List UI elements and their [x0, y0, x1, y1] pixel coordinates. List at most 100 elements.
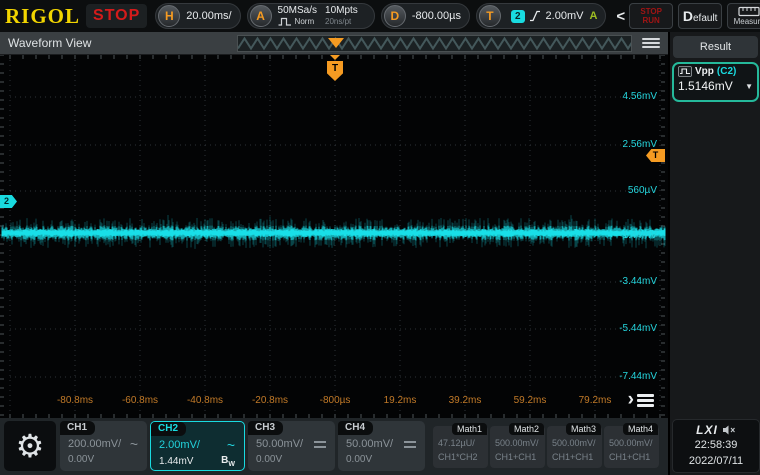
gear-icon: ⚙	[16, 427, 45, 465]
sample-resolution: 20ns/pt	[325, 16, 358, 27]
toolbar-scroll-left[interactable]: <	[612, 8, 629, 25]
acquire-mode-icon	[278, 17, 292, 26]
delay-key-icon[interactable]: D	[384, 5, 406, 27]
measurement-name: Vpp	[695, 66, 714, 77]
settings-button[interactable]: ⚙	[4, 421, 56, 471]
t-axis-label: -20.8ms	[240, 395, 300, 407]
ch2-bandwidth-badge: BW	[221, 455, 235, 468]
t-axis-label: 19.2ms	[370, 395, 430, 407]
t-axis-label: 59.2ms	[500, 395, 560, 407]
v-axis-label: -7.44mV	[597, 371, 657, 383]
t-axis-label: 79.2ms	[565, 395, 625, 407]
ch3-tab: CH3	[248, 421, 283, 435]
v-axis-label: -1.44mV	[597, 230, 657, 242]
system-time: 22:58:39	[673, 437, 759, 453]
math1-expr: CH1*CH2	[438, 452, 478, 462]
run-state-indicator: STOP	[86, 4, 147, 28]
measurement-value: 1.5146mV	[678, 79, 733, 93]
ch1-tab: CH1	[60, 421, 95, 435]
measurement-type-icon	[678, 66, 692, 77]
top-toolbar: RIGOL STOP H 20.00ms/ A 50MSa/s Norm 10M…	[0, 0, 760, 32]
math4-scale: 500.00mV/	[609, 438, 653, 448]
math3-scale: 500.00mV/	[552, 438, 596, 448]
measurement-source: (C2)	[717, 66, 736, 77]
v-axis-label: -3.44mV	[597, 276, 657, 288]
system-status-box: LXI 22:58:39 2022/07/11	[672, 419, 760, 473]
result-sidebar: Result Vpp(C2) 1.5146mV ▼ LXI 22:58:39 2…	[668, 32, 760, 475]
v-axis-label: 4.56mV	[597, 91, 657, 103]
ch4-tab: CH4	[338, 421, 373, 435]
ch3-scale: 50.00mV/	[256, 438, 303, 450]
ch2-tab: CH2	[151, 422, 186, 436]
dc-coupling-icon	[314, 441, 326, 448]
trigger-control[interactable]: T 2 2.00mV A	[476, 3, 606, 29]
ch3-status-tile[interactable]: CH3 50.00mV/ 0.00V	[248, 421, 335, 471]
v-axis-label: 560µV	[597, 185, 657, 197]
default-button[interactable]: Default	[678, 3, 722, 29]
trigger-slope-icon	[529, 10, 541, 22]
lxi-logo: LXI	[696, 423, 718, 437]
sample-rate: 50MSa/s	[278, 5, 317, 16]
ac-coupling-icon: ~	[227, 440, 235, 450]
trigger-source-badge: 2	[511, 10, 525, 23]
ch2-scale: 2.00mV/	[159, 439, 200, 451]
ch2-offset: 1.44mV	[159, 456, 193, 467]
ch4-status-tile[interactable]: CH4 50.00mV/ 0.00V	[338, 421, 425, 471]
waveform-display-area[interactable]: T T 2 4.56mV 2.56mV 560µV -1.44mV -3.44m…	[0, 55, 668, 418]
dc-coupling-icon	[404, 441, 416, 448]
math4-status-tile[interactable]: Math4 500.00mV/ CH1+CH1	[604, 426, 659, 468]
math2-scale: 500.00mV/	[495, 438, 539, 448]
t-axis-label: -40.8ms	[175, 395, 235, 407]
sound-muted-icon	[722, 425, 736, 435]
ruler-icon	[738, 6, 760, 17]
math4-expr: CH1+CH1	[609, 452, 650, 462]
acquire-key-icon[interactable]: A	[250, 5, 272, 27]
ch4-offset: 0.00V	[346, 454, 372, 465]
ch2-status-tile[interactable]: CH2 2.00mV/ ~ 1.44mV BW	[150, 421, 245, 471]
memory-depth: 10Mpts	[325, 5, 358, 16]
system-date: 2022/07/11	[673, 453, 759, 469]
ch1-offset: 0.00V	[68, 454, 94, 465]
ch1-scale: 200.00mV/	[68, 438, 121, 450]
ch3-offset: 0.00V	[256, 454, 282, 465]
ch2-waveform-trace	[0, 55, 668, 418]
v-axis-label: 2.56mV	[597, 139, 657, 151]
acquire-mode: Norm	[295, 16, 315, 27]
t-axis-label: -800µs	[305, 395, 365, 407]
graticule-menu-icon[interactable]: ›	[628, 391, 654, 409]
ac-coupling-icon: ~	[130, 439, 138, 449]
horizontal-scale-value: 20.00ms/	[186, 10, 231, 22]
ch4-scale: 50.00mV/	[346, 438, 393, 450]
trigger-coupling: A	[589, 10, 597, 22]
math2-expr: CH1+CH1	[495, 452, 536, 462]
timebase-navigation-strip[interactable]	[237, 35, 632, 52]
math1-status-tile[interactable]: Math1 47.12µU/ CH1*CH2	[433, 426, 488, 468]
v-axis-label: -5.44mV	[597, 323, 657, 335]
waveform-view-titlebar: Waveform View	[0, 32, 668, 55]
t-axis-label: 39.2ms	[435, 395, 495, 407]
stop-run-button[interactable]: STOP RUN	[629, 3, 673, 29]
math1-scale: 47.12µU/	[438, 438, 475, 448]
ch1-status-tile[interactable]: CH1 200.00mV/ ~ 0.00V	[60, 421, 147, 471]
delay-value: -800.00µs	[412, 10, 461, 22]
t-axis-label: -80.8ms	[45, 395, 105, 407]
acquire-control[interactable]: A 50MSa/s Norm 10Mpts 20ns/pt	[247, 3, 375, 29]
delay-control[interactable]: D -800.00µs	[381, 3, 470, 29]
channel-status-bar: ⚙ CH1 200.00mV/ ~ 0.00V CH2 2.00mV/ ~ 1.…	[0, 418, 668, 475]
math3-status-tile[interactable]: Math3 500.00mV/ CH1+CH1	[547, 426, 602, 468]
trigger-level-value: 2.00mV	[546, 10, 584, 22]
trigger-position-triangle[interactable]	[330, 55, 340, 60]
vpp-measurement-card[interactable]: Vpp(C2) 1.5146mV ▼	[672, 62, 759, 102]
result-panel-header[interactable]: Result	[673, 36, 758, 58]
view-menu-icon[interactable]	[642, 38, 660, 50]
horizontal-scale-control[interactable]: H 20.00ms/	[155, 3, 240, 29]
math3-expr: CH1+CH1	[552, 452, 593, 462]
horizontal-key-icon[interactable]: H	[158, 5, 180, 27]
dropdown-caret-icon[interactable]: ▼	[745, 82, 753, 91]
trigger-key-icon[interactable]: T	[479, 5, 501, 27]
brand-logo: RIGOL	[5, 4, 80, 29]
t-axis-label: -60.8ms	[110, 395, 170, 407]
view-title: Waveform View	[8, 36, 91, 50]
measure-button[interactable]: Measure	[727, 3, 760, 29]
math2-status-tile[interactable]: Math2 500.00mV/ CH1+CH1	[490, 426, 545, 468]
